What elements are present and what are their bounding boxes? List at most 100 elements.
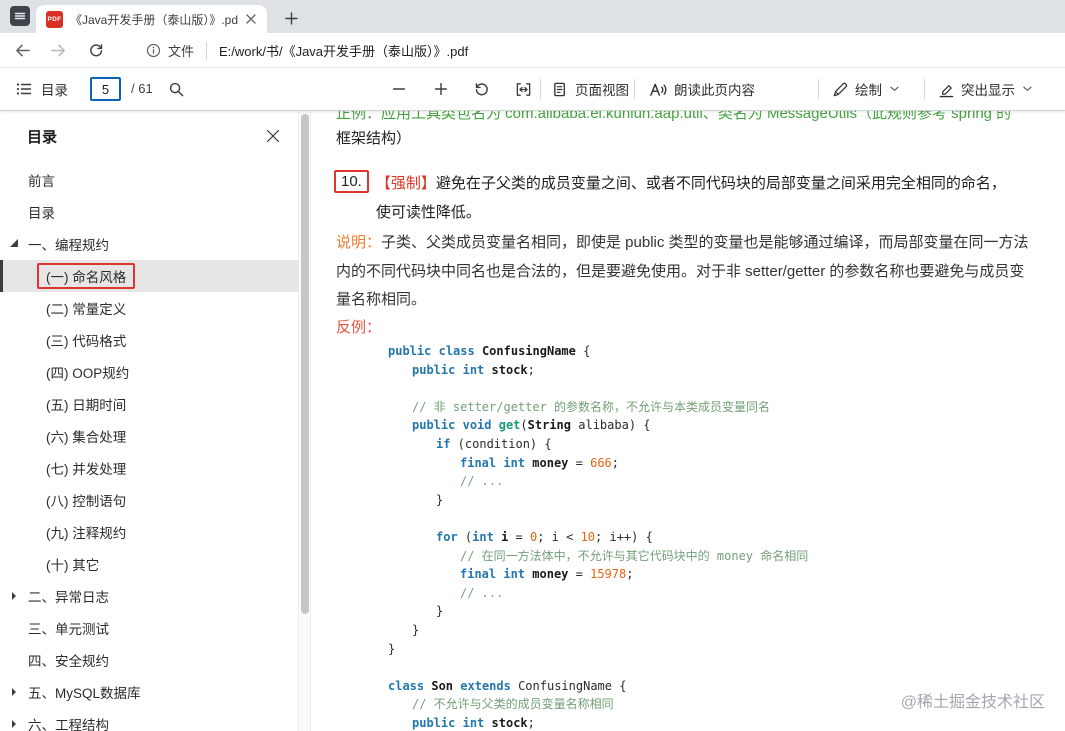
tab-title: 《Java开发手册（泰山版）》.pdf	[70, 11, 238, 28]
toc-item[interactable]: (五) 日期时间	[0, 388, 298, 420]
code-line: final int money = 666;	[388, 454, 808, 473]
rotate-icon[interactable]	[466, 74, 498, 104]
toc-item[interactable]: 一、编程规约	[0, 228, 298, 260]
toc-item-label: (七) 并发处理	[46, 458, 126, 478]
toc-item[interactable]: 二、异常日志	[0, 580, 298, 612]
code-line: if (condition) {	[388, 435, 808, 454]
fit-to-width-icon[interactable]	[507, 74, 539, 104]
refresh-button[interactable]	[82, 36, 110, 64]
pdf-page: 正例：应用工具类包名为 com.alibaba.ei.kunlun.aap.ut…	[312, 111, 1065, 731]
zoom-in-icon[interactable]	[425, 74, 457, 104]
forward-button[interactable]	[44, 36, 72, 64]
code-line: public void get(String alibaba) {	[388, 416, 808, 435]
toc-item[interactable]: (二) 常量定义	[0, 292, 298, 324]
toc-item-label: 目录	[28, 202, 55, 222]
read-aloud-button[interactable]: 朗读此页内容	[648, 68, 755, 110]
tab-strip: PDF 《Java开发手册（泰山版）》.pdf	[0, 0, 1065, 33]
collapse-icon[interactable]	[10, 239, 18, 247]
toc-item[interactable]: (九) 注释规约	[0, 516, 298, 548]
positive-example-line: 正例：应用工具类包名为 com.alibaba.ei.kunlun.aap.ut…	[336, 111, 1011, 123]
toc-item[interactable]: (七) 并发处理	[0, 452, 298, 484]
code-line: // ...	[388, 472, 808, 491]
new-tab-button[interactable]	[281, 8, 301, 28]
toc-item[interactable]: 前言	[0, 164, 298, 196]
toolbar-divider	[818, 79, 819, 99]
toc-item-label: 六、工程结构	[28, 714, 109, 731]
pdf-toolbar: 目录 / 61 页面视图 朗读此页内容	[0, 68, 1065, 111]
toc-list: 前言目录一、编程规约 (一) 命名风格 (二) 常量定义 (三) 代码格式(四) OO…	[0, 164, 298, 731]
code-line: // 在同一方法体中，不允许与其它代码块中的 money 命名相同	[388, 547, 808, 566]
counter-example-label: 反例：	[336, 316, 381, 337]
tab-close-icon[interactable]	[243, 11, 259, 27]
url-text: E:/work/书/《Java开发手册（泰山版）》.pdf	[219, 41, 468, 60]
toc-item[interactable]: (四) OOP规约	[0, 356, 298, 388]
toc-item-label: (一) 命名风格	[37, 263, 135, 289]
toc-item[interactable]: 三、单元测试	[0, 612, 298, 644]
toc-item[interactable]: (三) 代码格式	[0, 324, 298, 356]
zoom-controls	[383, 68, 539, 110]
toc-item-label: 前言	[28, 170, 55, 190]
toc-item[interactable]: 六、工程结构	[0, 708, 298, 731]
highlight-button[interactable]: 突出显示	[938, 68, 1032, 110]
read-aloud-icon	[648, 81, 668, 98]
code-line	[388, 509, 808, 528]
mandatory-tag: 【强制】	[376, 175, 436, 192]
search-icon	[160, 74, 192, 104]
code-line: final int money = 15978;	[388, 565, 808, 584]
search-button[interactable]	[160, 68, 192, 110]
note-label: 说明：	[336, 234, 381, 251]
code-line: for (int i = 0; i < 10; i++) {	[388, 528, 808, 547]
expand-icon[interactable]	[12, 688, 20, 696]
toolbar-divider	[540, 79, 541, 99]
note-line: 说明：子类、父类成员变量名相同，即使是 public 类型的变量也是能够通过编译…	[336, 229, 1029, 258]
pen-icon	[832, 81, 849, 98]
toc-item-label: 三、单元测试	[28, 618, 109, 638]
rule-text: 【强制】避免在子父类的成员变量之间、或者不同代码块的局部变量之间采用完全相同的命…	[376, 169, 1006, 227]
expand-icon[interactable]	[12, 592, 20, 600]
code-line: }	[388, 621, 808, 640]
back-button[interactable]	[8, 36, 36, 64]
sidebar-scrollbar[interactable]	[298, 111, 311, 731]
url-area[interactable]: 文件 E:/work/书/《Java开发手册（泰山版）》.pdf	[146, 41, 468, 60]
toc-item[interactable]: 五、MySQL数据库	[0, 676, 298, 708]
page-view-button[interactable]: 页面视图	[552, 68, 629, 110]
file-scheme-label: 文件	[168, 41, 194, 60]
toc-panel: 目录 前言目录一、编程规约(一) 命名风格(二) 常量定义(三) 代码格式(四)…	[0, 111, 298, 731]
note-line: 内的不同代码块中同名也是合法的，但是要避免使用。对于非 setter/gette…	[336, 258, 1029, 287]
toc-item-label: 二、异常日志	[28, 586, 109, 606]
toc-item[interactable]: 目录	[0, 196, 298, 228]
code-line: // 非 setter/getter 的参数名称，不允许与本类成员变量同名	[388, 398, 808, 417]
tab-list-icon[interactable]	[10, 6, 30, 26]
chevron-down-icon[interactable]	[1023, 86, 1032, 92]
browser-tab[interactable]: PDF 《Java开发手册（泰山版）》.pdf	[36, 5, 267, 33]
toc-close-icon[interactable]	[264, 127, 282, 145]
toc-panel-title: 目录	[27, 126, 57, 147]
toc-item-label: 四、安全规约	[28, 650, 109, 670]
scrollbar-thumb[interactable]	[301, 114, 309, 614]
toc-item[interactable]: (六) 集合处理	[0, 420, 298, 452]
expand-icon[interactable]	[12, 720, 20, 728]
draw-button[interactable]: 绘制	[832, 68, 899, 110]
toc-toggle-button[interactable]: 目录	[8, 68, 68, 110]
zoom-out-icon[interactable]	[383, 74, 415, 104]
watermark: @稀土掘金技术社区	[901, 688, 1045, 712]
toc-item-label: (二) 常量定义	[46, 298, 126, 318]
chevron-down-icon[interactable]	[890, 86, 899, 92]
toc-item[interactable]: (十) 其它	[0, 548, 298, 580]
code-line: public int stock;	[388, 714, 808, 731]
code-block: public class ConfusingName { public int s…	[388, 342, 808, 731]
code-line: }	[388, 491, 808, 510]
toc-item-label: 一、编程规约	[28, 234, 109, 254]
code-line: public class ConfusingName {	[388, 342, 808, 361]
toc-item[interactable]: (一) 命名风格	[0, 260, 298, 292]
info-icon[interactable]	[146, 43, 161, 58]
page-number-input[interactable]	[90, 77, 121, 101]
rule-text-part: 避免在子父类的成员变量之间、或者不同代码块的局部变量之间采用完全相同的命名，	[436, 175, 1006, 192]
code-line: }	[388, 602, 808, 621]
toolbar-divider	[924, 79, 925, 99]
toc-item[interactable]: 四、安全规约	[0, 644, 298, 676]
toc-list-icon	[8, 74, 40, 104]
toc-item[interactable]: (八) 控制语句	[0, 484, 298, 516]
pdf-file-icon: PDF	[46, 11, 63, 28]
code-line	[388, 379, 808, 398]
